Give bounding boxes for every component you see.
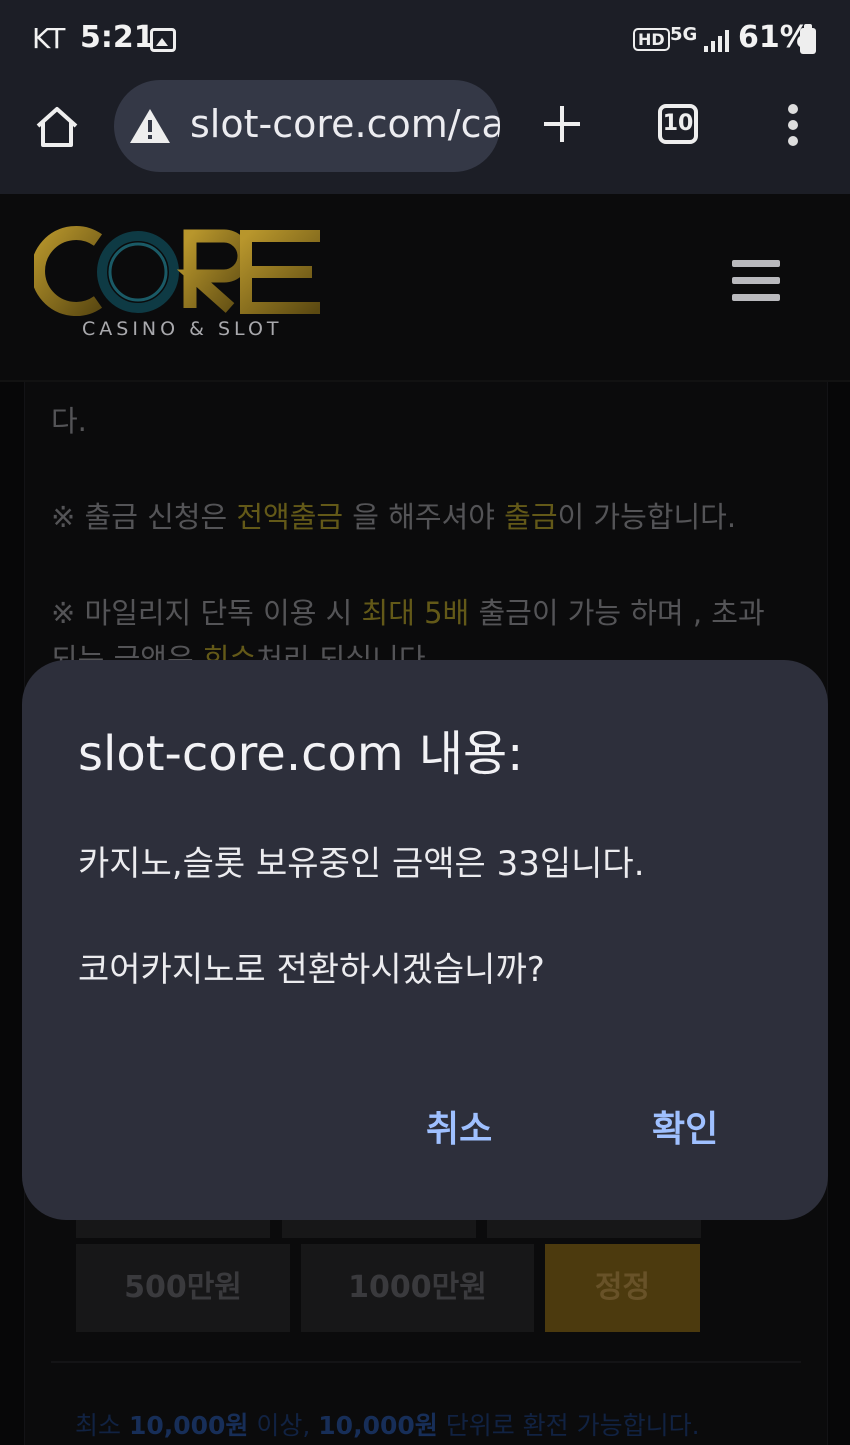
carrier-label: KT bbox=[32, 22, 66, 55]
more-menu-icon[interactable] bbox=[785, 104, 801, 148]
browser-toolbar: slot-core.com/casino 10 bbox=[0, 78, 850, 195]
warning-icon[interactable] bbox=[128, 106, 172, 146]
dialog-title: slot-core.com 내용: bbox=[78, 726, 524, 782]
gallery-notification-icon bbox=[150, 28, 176, 52]
hamburger-menu-icon[interactable] bbox=[732, 260, 780, 302]
signal-icon bbox=[704, 30, 730, 52]
ok-button[interactable]: 확인 bbox=[652, 1100, 718, 1152]
tab-switcher-button[interactable]: 10 bbox=[658, 104, 698, 144]
new-tab-icon[interactable] bbox=[540, 102, 584, 146]
cancel-button[interactable]: 취소 bbox=[426, 1100, 492, 1152]
url-text[interactable]: slot-core.com/casino bbox=[190, 102, 500, 146]
battery-icon bbox=[800, 24, 816, 54]
dialog-message-balance: 카지노,슬롯 보유중인 금액은 33입니다. bbox=[78, 844, 645, 884]
home-icon[interactable] bbox=[34, 104, 80, 150]
clock: 5:21 bbox=[80, 20, 155, 55]
network-5g-icon: 5G bbox=[670, 24, 698, 45]
hd-voice-icon: HD bbox=[633, 28, 670, 51]
logo-subtitle: CASINO & SLOT bbox=[82, 318, 283, 340]
address-bar[interactable]: slot-core.com/casino bbox=[114, 80, 500, 172]
alert-dialog: slot-core.com 내용: 카지노,슬롯 보유중인 금액은 33입니다.… bbox=[22, 660, 828, 1220]
core-logo[interactable] bbox=[34, 224, 324, 320]
dialog-message-question: 코어카지노로 전환하시겠습니까? bbox=[78, 950, 545, 990]
status-bar: KT 5:21 HD 5G 61% bbox=[0, 0, 850, 78]
site-header: CASINO & SLOT bbox=[0, 194, 850, 382]
